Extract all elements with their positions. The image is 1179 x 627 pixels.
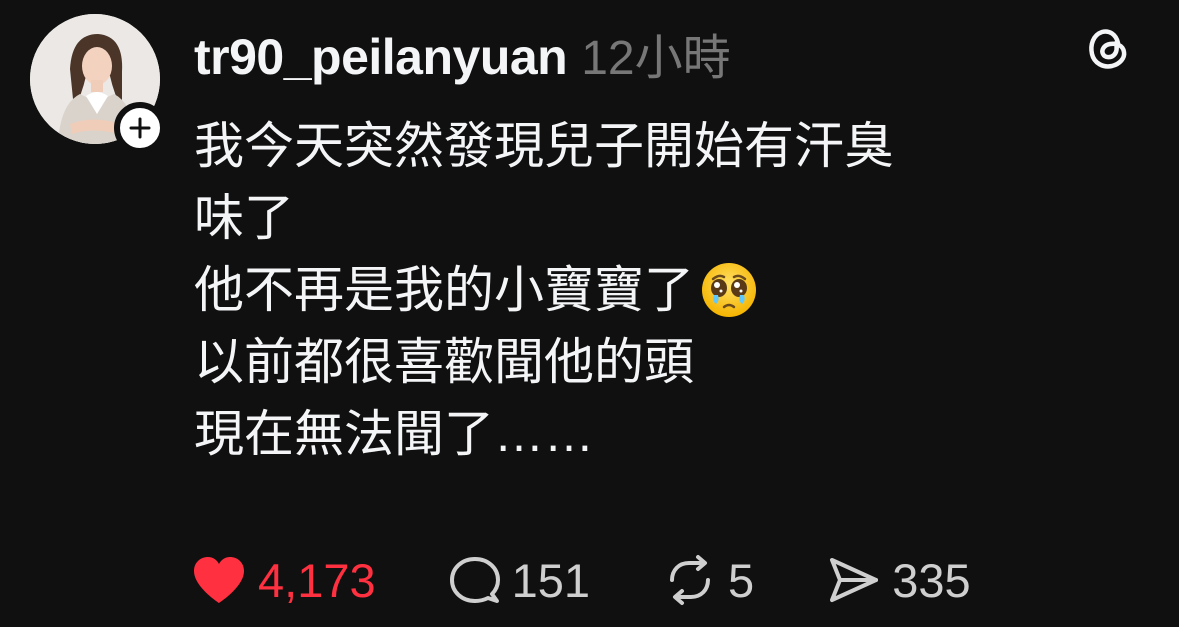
- post-text: 以前都很喜歡聞他的頭: [194, 334, 694, 390]
- post-text-line: 味了: [194, 182, 1154, 254]
- like-count: 4,173: [258, 553, 376, 607]
- post-text: 我今天突然發現兒子開始有汗臭: [194, 118, 894, 174]
- post-text-line: 我今天突然發現兒子開始有汗臭: [194, 110, 1154, 182]
- action-bar: 4,173 151 5 335: [190, 548, 1021, 612]
- comment-button[interactable]: 151: [448, 553, 590, 608]
- threads-logo-icon[interactable]: [1083, 23, 1133, 73]
- post-header: tr90_peilanyuan 12小時: [194, 18, 731, 85]
- plus-icon: [129, 117, 151, 139]
- username-link[interactable]: tr90_peilanyuan: [194, 28, 568, 86]
- post-text: 現在無法聞了……: [194, 406, 594, 462]
- comment-icon: [449, 557, 500, 603]
- post-text: 他不再是我的小寶寶了: [194, 262, 694, 318]
- repost-icon: [670, 555, 711, 605]
- repost-button[interactable]: 5: [662, 553, 754, 608]
- share-button[interactable]: 335: [826, 553, 971, 608]
- comment-count: 151: [511, 553, 591, 607]
- post-text-line: 他不再是我的小寶寶了: [194, 254, 1154, 326]
- like-button[interactable]: 4,173: [190, 553, 376, 608]
- share-count: 335: [892, 553, 971, 607]
- post-text: 味了: [194, 190, 294, 246]
- follow-button[interactable]: [114, 102, 166, 154]
- pleading-face-emoji-icon: [700, 261, 758, 319]
- post-text-line: 現在無法聞了……: [194, 398, 1154, 470]
- heart-icon: [194, 557, 244, 603]
- post-body: 我今天突然發現兒子開始有汗臭 味了 他不再是我的小寶寶了 以前都很喜歡聞他的頭 …: [194, 110, 1154, 470]
- send-icon: [830, 558, 879, 602]
- repost-count: 5: [728, 553, 755, 607]
- post-timestamp[interactable]: 12小時: [581, 18, 730, 88]
- post-text-line: 以前都很喜歡聞他的頭: [194, 326, 1154, 398]
- avatar-container[interactable]: [30, 14, 166, 154]
